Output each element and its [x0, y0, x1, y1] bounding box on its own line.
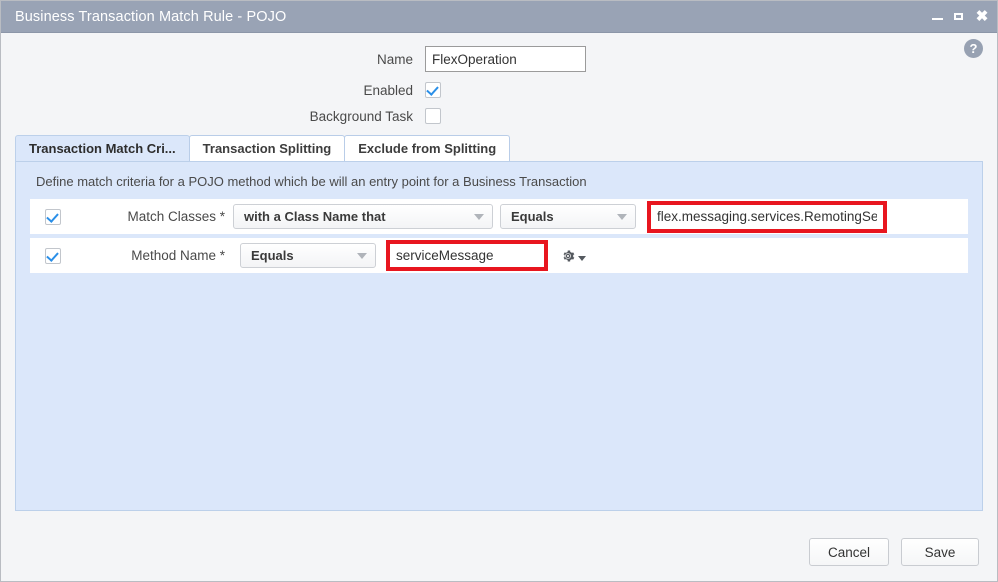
background-task-checkbox[interactable] — [425, 108, 441, 124]
close-icon[interactable]: ✖ — [975, 9, 989, 24]
minimize-icon[interactable] — [931, 10, 944, 23]
method-name-checkbox[interactable] — [45, 247, 61, 264]
class-name-condition-value: with a Class Name that — [244, 209, 386, 224]
class-name-highlight-box — [647, 200, 887, 233]
class-name-operator-value: Equals — [511, 209, 554, 224]
name-input[interactable] — [425, 46, 586, 72]
match-criteria-panel: Define match criteria for a POJO method … — [15, 161, 983, 511]
tab-bar: Transaction Match Cri... Transaction Spl… — [1, 134, 997, 161]
table-row: Match Classes * with a Class Name that E… — [30, 199, 968, 234]
name-label: Name — [376, 51, 413, 67]
background-task-row: Background Task — [1, 108, 997, 124]
method-name-input[interactable] — [390, 244, 544, 267]
method-name-operator-value: Equals — [251, 248, 294, 263]
match-classes-label: Match Classes * — [127, 209, 225, 224]
method-name-operator-dropdown[interactable]: Equals — [240, 243, 376, 268]
method-name-highlight-box — [386, 240, 548, 271]
tab-transaction-match-criteria[interactable]: Transaction Match Cri... — [15, 135, 190, 161]
save-button[interactable]: Save — [901, 538, 979, 566]
background-task-label: Background Task — [309, 108, 413, 124]
method-options-menu[interactable] — [561, 249, 586, 263]
window-title: Business Transaction Match Rule - POJO — [15, 8, 287, 25]
help-icon[interactable]: ? — [964, 39, 983, 58]
gear-icon — [561, 249, 575, 263]
class-name-condition-dropdown[interactable]: with a Class Name that — [233, 204, 493, 229]
tab-exclude-from-splitting[interactable]: Exclude from Splitting — [344, 135, 511, 161]
class-name-input[interactable] — [651, 205, 883, 228]
enabled-label: Enabled — [363, 82, 413, 98]
form-header: Name Enabled Background Task — [1, 33, 997, 124]
method-name-label: Method Name * — [131, 248, 225, 263]
chevron-down-icon — [617, 213, 627, 220]
dialog-window: Business Transaction Match Rule - POJO ✖… — [0, 0, 998, 582]
maximize-icon[interactable] — [953, 10, 966, 23]
panel-description: Define match criteria for a POJO method … — [36, 174, 587, 189]
chevron-down-icon — [357, 252, 367, 259]
tab-transaction-splitting[interactable]: Transaction Splitting — [188, 135, 346, 161]
enabled-row: Enabled — [1, 82, 997, 98]
enabled-checkbox[interactable] — [425, 82, 441, 98]
dialog-footer: Cancel Save — [1, 523, 997, 581]
cancel-button[interactable]: Cancel — [808, 538, 889, 566]
chevron-down-icon — [578, 255, 586, 261]
table-row: Method Name * Equals — [30, 238, 968, 273]
window-controls: ✖ — [931, 1, 989, 32]
match-classes-checkbox[interactable] — [45, 208, 61, 225]
class-name-operator-dropdown[interactable]: Equals — [500, 204, 636, 229]
name-row: Name — [1, 46, 997, 72]
chevron-down-icon — [474, 213, 484, 220]
title-bar: Business Transaction Match Rule - POJO ✖ — [1, 1, 997, 33]
